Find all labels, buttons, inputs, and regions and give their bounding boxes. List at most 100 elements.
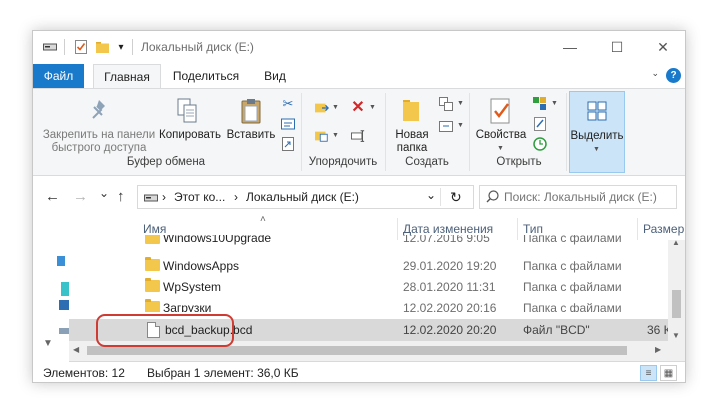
properties-icon[interactable] xyxy=(74,40,88,54)
open-group-label: Открыть xyxy=(496,156,542,168)
ribbon: Закрепить на панели быстрого доступа Коп… xyxy=(33,88,685,176)
history-icon[interactable] xyxy=(533,137,547,151)
large-icons-view-icon[interactable]: ▦ xyxy=(660,365,677,381)
file-name: WpSystem xyxy=(163,280,222,294)
file-date: 12.07.2016 9:05 xyxy=(403,235,490,245)
tab-view[interactable]: Вид xyxy=(253,64,297,88)
table-row[interactable]: WpSystem 28.01.2020 11:31 Папка с файлам… xyxy=(69,277,685,298)
tab-share[interactable]: Поделиться xyxy=(167,64,245,88)
folder-icon xyxy=(145,257,160,271)
search-icon xyxy=(486,190,499,206)
copy-icon xyxy=(175,97,199,125)
table-row[interactable]: Windows10Upgrade 12.07.2016 9:05 Папка с… xyxy=(69,235,685,250)
vertical-scrollbar[interactable]: ▲ ▼ xyxy=(668,238,685,341)
maximize-button[interactable]: ☐ xyxy=(594,31,640,63)
chevron-down-icon[interactable]: ▼ xyxy=(551,100,558,107)
properties-button[interactable]: Свойства xyxy=(473,129,529,142)
folder-icon xyxy=(145,299,160,312)
copy-path-icon[interactable] xyxy=(281,117,295,131)
close-button[interactable]: ✕ xyxy=(640,31,685,63)
selection-info: Выбран 1 элемент: 36,0 КБ xyxy=(147,366,299,380)
drive-icon xyxy=(144,192,158,206)
folder-icon xyxy=(145,278,160,292)
scrollbar-thumb[interactable] xyxy=(672,290,681,318)
file-name: Windows10Upgrade xyxy=(163,235,272,245)
search-box[interactable] xyxy=(479,185,677,209)
delete-icon[interactable]: ✕ xyxy=(351,99,365,116)
open-icon[interactable] xyxy=(533,97,547,111)
file-date: 12.02.2020 20:16 xyxy=(403,301,497,312)
table-row[interactable]: WindowsApps 29.01.2020 19:20 Папка с фай… xyxy=(69,256,685,277)
organize-group-label: Упорядочить xyxy=(308,156,378,168)
address-dropdown-button[interactable]: ⌄ xyxy=(426,188,436,202)
chevron-down-icon: ▼ xyxy=(593,146,600,153)
pin-icon xyxy=(87,97,111,123)
move-to-icon[interactable] xyxy=(315,101,329,115)
sort-arrow-icon: ˄ xyxy=(260,216,266,225)
properties-icon xyxy=(489,97,513,125)
breadcrumb-separator[interactable]: › xyxy=(234,190,238,204)
forward-button[interactable]: → xyxy=(73,188,88,205)
file-name: Загрузки xyxy=(163,301,212,312)
chevron-down-icon[interactable]: ▼ xyxy=(457,122,464,129)
breadcrumb-this-pc[interactable]: Этот ко... xyxy=(174,190,225,204)
chevron-down-icon[interactable]: ▼ xyxy=(457,100,464,107)
refresh-button[interactable]: ↻ xyxy=(450,189,462,206)
pin-quick-access-button[interactable]: Закрепить на панели быстрого доступа xyxy=(37,129,161,155)
cut-icon[interactable]: ✂ xyxy=(281,96,295,111)
copy-button[interactable]: Копировать xyxy=(157,129,223,142)
details-view-icon[interactable]: ≡ xyxy=(640,365,657,381)
breadcrumb-separator[interactable]: › xyxy=(162,190,166,204)
scrollbar-thumb[interactable] xyxy=(87,346,627,355)
scroll-down-icon[interactable]: ▼ xyxy=(672,331,680,340)
paste-button[interactable]: Вставить xyxy=(225,129,277,142)
paste-shortcut-icon[interactable] xyxy=(281,137,295,151)
address-bar[interactable]: › Этот ко... › Локальный диск (E:) ⌄ ↻ xyxy=(137,185,474,209)
file-date: 29.01.2020 19:20 xyxy=(403,259,497,273)
address-divider xyxy=(440,188,441,206)
clipboard-group-label: Буфер обмена xyxy=(126,156,206,168)
quick-access-dropdown-icon[interactable]: ▾ xyxy=(114,40,128,54)
chevron-down-icon[interactable]: ▼ xyxy=(332,132,339,139)
tab-file[interactable]: Файл xyxy=(33,64,84,88)
title-divider xyxy=(64,39,65,55)
recent-locations-button[interactable]: ⌄ xyxy=(99,186,109,200)
minimize-button[interactable]: — xyxy=(547,31,593,63)
nav-item-icon xyxy=(59,300,69,310)
nav-item-icon xyxy=(57,256,65,266)
up-button[interactable]: ↑ xyxy=(117,188,125,205)
chevron-down-icon[interactable]: ▼ xyxy=(332,104,339,111)
group-divider xyxy=(469,93,470,171)
search-input[interactable] xyxy=(504,189,674,205)
chevron-down-icon[interactable]: ▼ xyxy=(369,104,376,111)
navigation-bar: ← → ⌄ ↑ › Этот ко... › Локальный диск (E… xyxy=(33,176,685,216)
file-type: Файл "BCD" xyxy=(523,323,590,337)
new-folder-button[interactable]: Новая папка xyxy=(389,129,435,155)
rename-icon[interactable] xyxy=(351,129,365,143)
chevron-down-icon[interactable]: ⌄ xyxy=(651,68,659,79)
breadcrumb-local-disk[interactable]: Локальный диск (E:) xyxy=(246,190,359,204)
select-button[interactable]: Выделить ▼ xyxy=(569,91,625,173)
scroll-up-icon[interactable]: ▲ xyxy=(672,238,680,247)
easy-access-icon[interactable] xyxy=(439,119,453,133)
folder-icon[interactable] xyxy=(95,40,109,54)
group-divider xyxy=(385,93,386,171)
help-button[interactable]: ? xyxy=(666,68,681,83)
select-grid-icon xyxy=(586,100,608,122)
drive-icon[interactable] xyxy=(43,40,57,54)
new-item-icon[interactable] xyxy=(439,97,453,111)
back-button[interactable]: ← xyxy=(45,188,60,205)
scroll-right-icon[interactable]: ▶ xyxy=(655,345,661,354)
scroll-left-icon[interactable]: ◀ xyxy=(73,345,79,354)
tab-home[interactable]: Главная xyxy=(93,64,161,88)
chevron-down-icon[interactable]: ▼ xyxy=(497,145,504,152)
highlight-annotation xyxy=(96,314,234,347)
paste-icon xyxy=(239,97,263,125)
copy-to-icon[interactable] xyxy=(315,129,329,143)
table-row[interactable]: Загрузки 12.02.2020 20:16 Папка с файлам… xyxy=(69,298,685,312)
chevron-down-icon[interactable]: ▼ xyxy=(43,338,53,349)
create-group-label: Создать xyxy=(405,156,449,168)
navigation-pane[interactable]: ▼ xyxy=(33,216,69,362)
file-name: WindowsApps xyxy=(163,259,240,273)
edit-icon[interactable] xyxy=(533,117,547,131)
